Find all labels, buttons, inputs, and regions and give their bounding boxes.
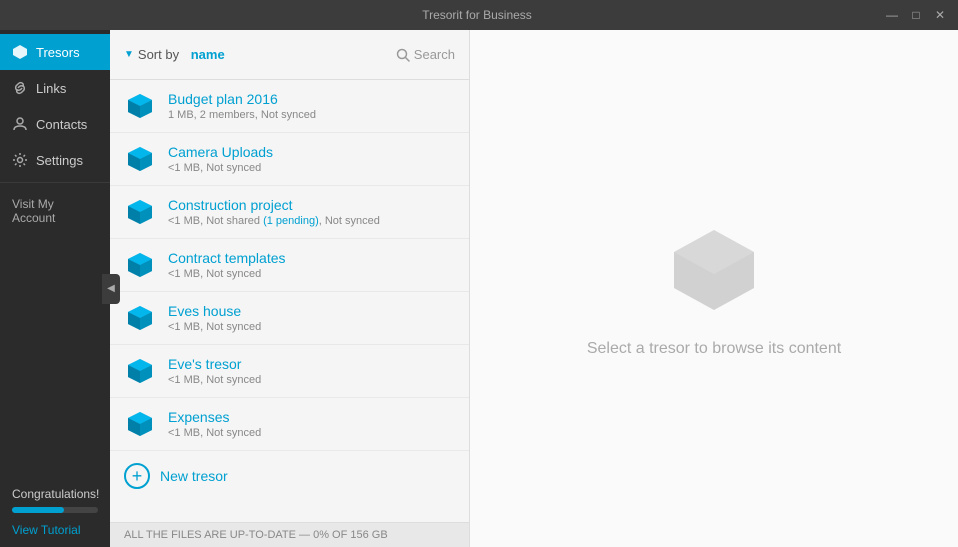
- links-icon: [12, 80, 28, 96]
- pending-badge: (1 pending): [263, 215, 319, 227]
- tresor-info: Construction project <1 MB, Not shared (…: [168, 197, 455, 227]
- sort-field-label: name: [191, 47, 225, 62]
- sidebar: ◀ Tresors Links: [0, 30, 110, 547]
- sidebar-bottom: Congratulations! View Tutorial: [0, 477, 110, 547]
- sidebar-nav: Tresors Links Contacts: [0, 30, 110, 477]
- tresor-cube-icon: [124, 143, 156, 175]
- tresor-name: Construction project: [168, 197, 455, 213]
- tresor-info: Expenses <1 MB, Not synced: [168, 409, 455, 439]
- sidebar-collapse-button[interactable]: ◀: [102, 274, 120, 304]
- tresor-info: Eves house <1 MB, Not synced: [168, 303, 455, 333]
- congratulations-label: Congratulations!: [12, 487, 98, 501]
- tresor-cube-icon: [124, 90, 156, 122]
- view-tutorial-button[interactable]: View Tutorial: [12, 523, 98, 537]
- search-icon: [396, 48, 410, 62]
- title-bar: Tresorit for Business — □ ✕: [0, 0, 958, 30]
- tresors-icon: [12, 44, 28, 60]
- progress-bar-container: [12, 507, 98, 513]
- sidebar-item-settings[interactable]: Settings: [0, 142, 110, 178]
- tresor-meta: <1 MB, Not synced: [168, 268, 455, 280]
- tresor-cube-icon: [124, 355, 156, 387]
- tresor-meta: <1 MB, Not synced: [168, 374, 455, 386]
- search-box[interactable]: Search: [396, 47, 455, 62]
- tresor-meta: <1 MB, Not shared (1 pending), Not synce…: [168, 215, 455, 227]
- search-label: Search: [414, 47, 455, 62]
- tresor-toolbar: ▼ Sort by name Search: [110, 30, 469, 80]
- maximize-button[interactable]: □: [908, 8, 924, 22]
- tresor-item[interactable]: Expenses <1 MB, Not synced: [110, 398, 469, 451]
- contacts-icon: [12, 116, 28, 132]
- sidebar-item-settings-label: Settings: [36, 153, 83, 168]
- new-tresor-label: New tresor: [160, 468, 228, 484]
- tresor-cube-icon: [124, 302, 156, 334]
- sort-arrow-icon: ▼: [124, 49, 134, 60]
- app-body: ◀ Tresors Links: [0, 30, 958, 547]
- app-title: Tresorit for Business: [70, 8, 884, 22]
- tresor-meta: <1 MB, Not synced: [168, 427, 455, 439]
- tresor-info: Camera Uploads <1 MB, Not synced: [168, 144, 455, 174]
- sort-control[interactable]: ▼ Sort by name: [124, 47, 225, 62]
- sidebar-divider: [0, 182, 110, 183]
- visit-my-account-link[interactable]: Visit My Account: [0, 187, 110, 235]
- tresor-item[interactable]: Camera Uploads <1 MB, Not synced: [110, 133, 469, 186]
- tresor-name: Camera Uploads: [168, 144, 455, 160]
- sidebar-item-links[interactable]: Links: [0, 70, 110, 106]
- empty-state-icon: [654, 220, 774, 320]
- sidebar-item-tresors-label: Tresors: [36, 45, 80, 60]
- tresor-item[interactable]: Eves house <1 MB, Not synced: [110, 292, 469, 345]
- tresor-meta: 1 MB, 2 members, Not synced: [168, 109, 455, 121]
- sidebar-item-links-label: Links: [36, 81, 66, 96]
- minimize-button[interactable]: —: [884, 8, 900, 22]
- settings-icon: [12, 152, 28, 168]
- tresor-footer: ALL THE FILES ARE UP-TO-DATE — 0% OF 156…: [110, 522, 469, 547]
- close-button[interactable]: ✕: [932, 8, 948, 22]
- tresor-info: Budget plan 2016 1 MB, 2 members, Not sy…: [168, 91, 455, 121]
- tresor-info: Eve's tresor <1 MB, Not synced: [168, 356, 455, 386]
- tresor-item[interactable]: Construction project <1 MB, Not shared (…: [110, 186, 469, 239]
- new-tresor-button[interactable]: + New tresor: [110, 451, 469, 501]
- sidebar-item-tresors[interactable]: Tresors: [0, 34, 110, 70]
- window-controls: — □ ✕: [884, 8, 948, 22]
- tresor-meta: <1 MB, Not synced: [168, 162, 455, 174]
- tresor-name: Budget plan 2016: [168, 91, 455, 107]
- tresor-cube-icon: [124, 196, 156, 228]
- tresor-panel: ▼ Sort by name Search: [110, 30, 470, 547]
- tresor-item[interactable]: Budget plan 2016 1 MB, 2 members, Not sy…: [110, 80, 469, 133]
- tresor-info: Contract templates <1 MB, Not synced: [168, 250, 455, 280]
- tresor-item[interactable]: Contract templates <1 MB, Not synced: [110, 239, 469, 292]
- tresor-name: Eve's tresor: [168, 356, 455, 372]
- tresor-name: Expenses: [168, 409, 455, 425]
- tresor-meta: <1 MB, Not synced: [168, 321, 455, 333]
- sidebar-item-contacts[interactable]: Contacts: [0, 106, 110, 142]
- progress-bar-fill: [12, 507, 64, 513]
- tresor-name: Eves house: [168, 303, 455, 319]
- tresor-item[interactable]: Eve's tresor <1 MB, Not synced: [110, 345, 469, 398]
- tresor-name: Contract templates: [168, 250, 455, 266]
- empty-state-text: Select a tresor to browse its content: [587, 340, 841, 358]
- tresor-cube-icon: [124, 408, 156, 440]
- tresor-cube-icon: [124, 249, 156, 281]
- content-panel: Select a tresor to browse its content: [470, 30, 958, 547]
- sort-by-label: Sort by: [138, 47, 179, 62]
- plus-circle-icon: +: [124, 463, 150, 489]
- tresor-list: Budget plan 2016 1 MB, 2 members, Not sy…: [110, 80, 469, 522]
- sidebar-item-contacts-label: Contacts: [36, 117, 87, 132]
